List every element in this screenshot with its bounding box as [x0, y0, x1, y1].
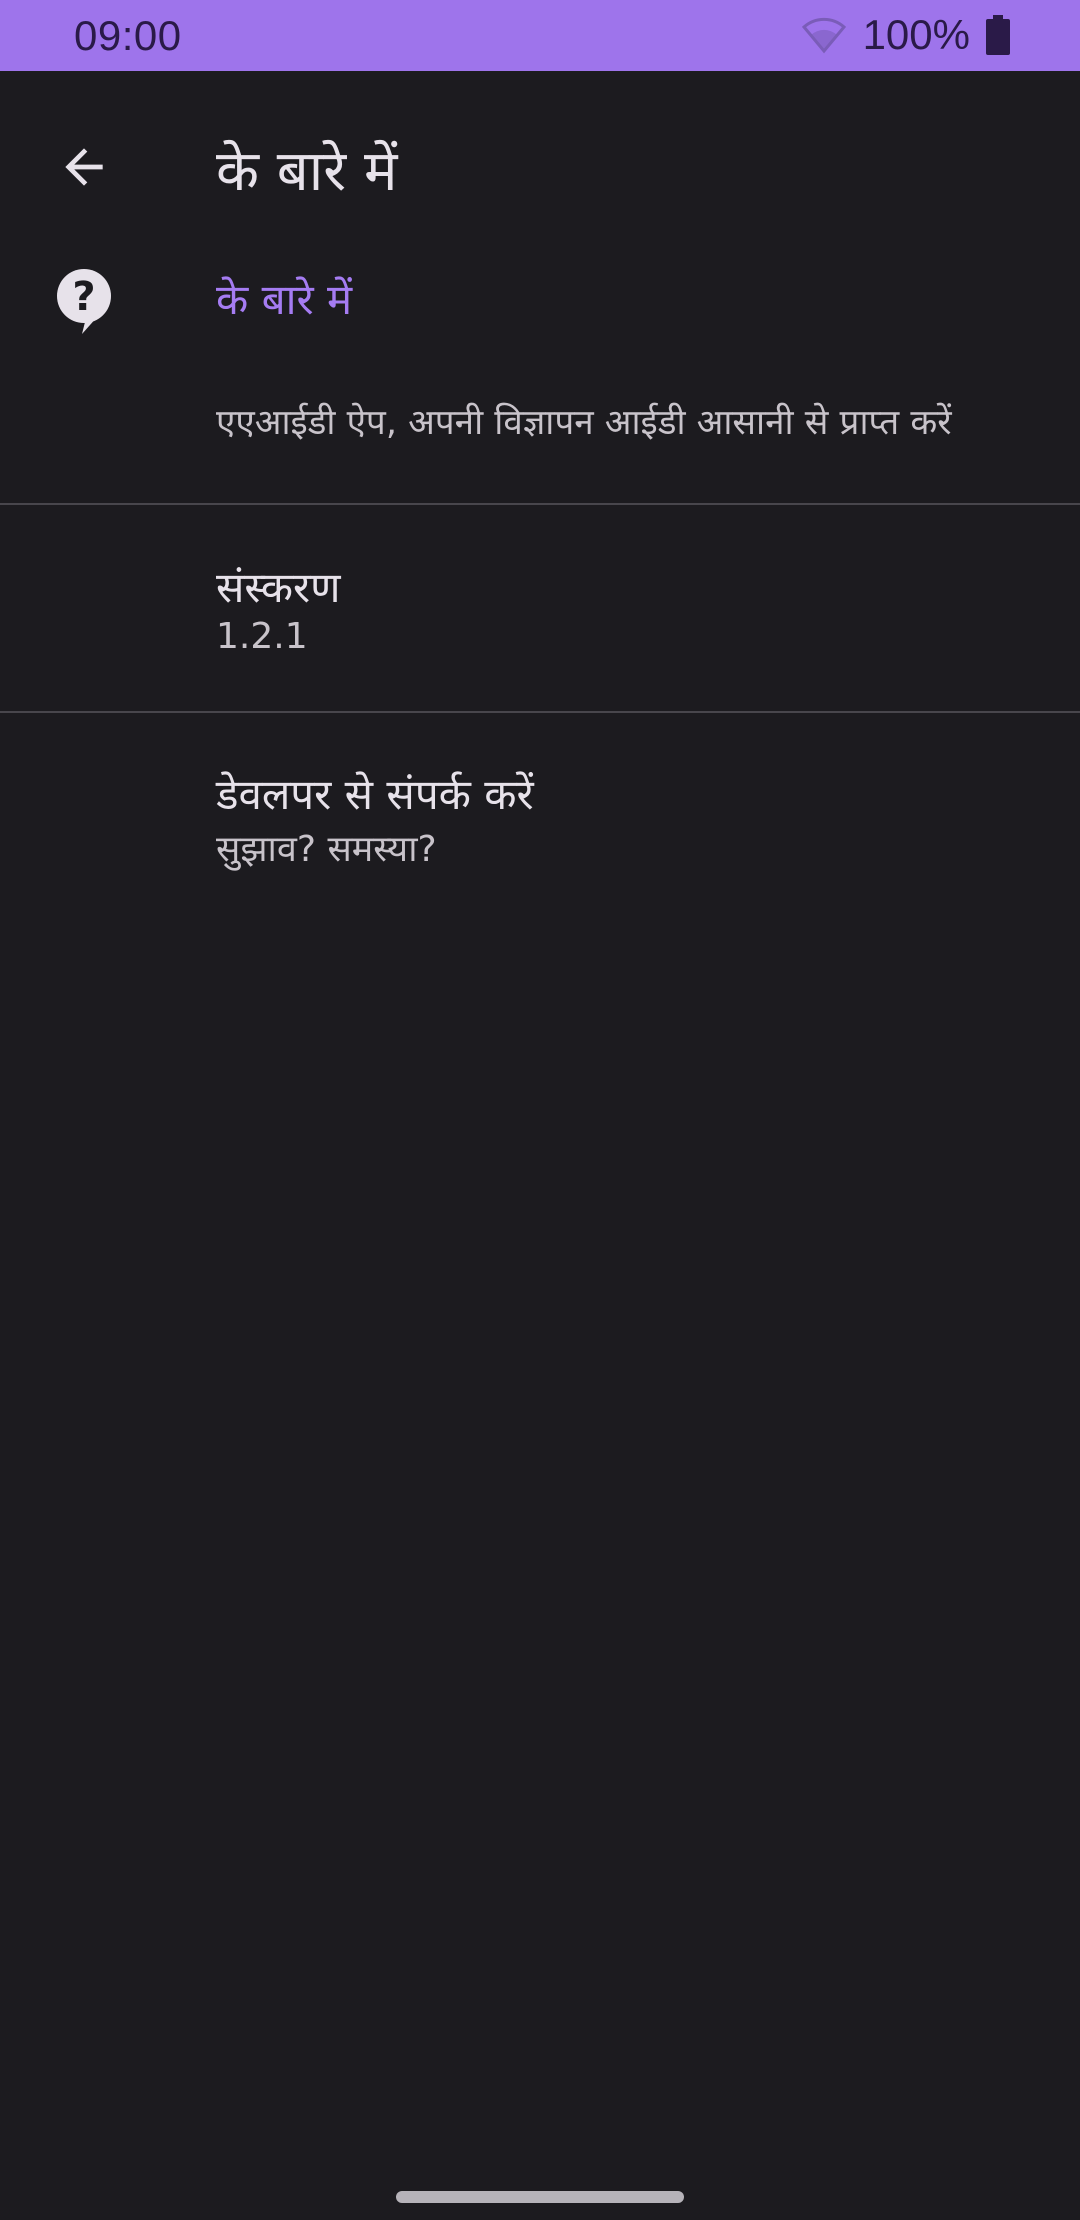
help-bubble-icon: ?	[57, 269, 111, 334]
version-preference[interactable]: संस्करण 1.2.1	[0, 506, 1080, 710]
contact-developer-preference[interactable]: डेवलपर से संपर्क करें सुझाव? समस्या?	[0, 713, 1080, 917]
status-bar: 09:00 100%	[0, 0, 1080, 71]
wifi-icon	[801, 17, 846, 54]
status-indicators: 100%	[801, 10, 1010, 60]
contact-developer-title: डेवलपर से संपर्क करें	[216, 770, 534, 819]
svg-text:?: ?	[72, 274, 95, 320]
gesture-navigation-handle[interactable]	[396, 2191, 684, 2203]
about-category-header: ? के बारे में	[0, 260, 1080, 360]
top-app-bar: के बारे में	[0, 71, 1080, 267]
battery-percent: 100%	[862, 11, 970, 58]
version-summary: 1.2.1	[216, 616, 308, 657]
about-section-title: के बारे में	[216, 275, 353, 324]
about-screen: 09:00 100% के बारे में ? के बारे में एएआ…	[0, 0, 1080, 2220]
about-description-row: एएआईडी ऐप, अपनी विज्ञापन आईडी आसानी से प…	[0, 380, 1080, 500]
divider	[0, 503, 1080, 505]
status-time: 09:00	[74, 12, 182, 59]
arrow-back-icon	[65, 148, 103, 186]
page-title: के बारे में	[216, 139, 398, 204]
about-description: एएआईडी ऐप, अपनी विज्ञापन आईडी आसानी से प…	[216, 403, 952, 443]
back-button[interactable]	[46, 129, 122, 205]
version-title: संस्करण	[216, 563, 341, 612]
battery-icon	[986, 15, 1010, 55]
contact-developer-summary: सुझाव? समस्या?	[216, 829, 437, 870]
